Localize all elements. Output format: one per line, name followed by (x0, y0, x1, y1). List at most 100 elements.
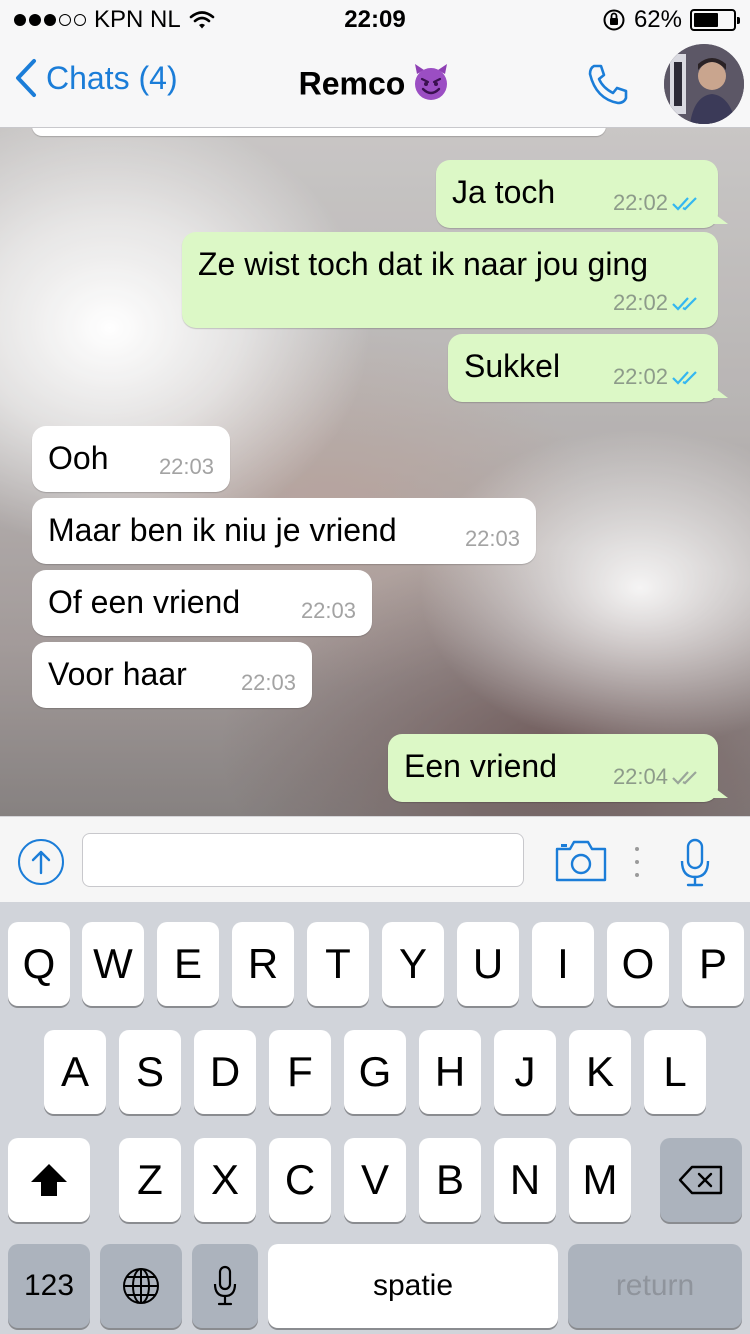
wifi-icon (189, 11, 215, 29)
camera-icon[interactable] (554, 839, 608, 883)
key-e[interactable]: E (157, 922, 219, 1006)
chevron-left-icon (16, 59, 36, 97)
key-y[interactable]: Y (382, 922, 444, 1006)
message-bubble-incoming[interactable]: Ooh 22:03 (32, 426, 230, 492)
message-composer (0, 816, 750, 902)
key-c[interactable]: C (269, 1138, 331, 1222)
smiling-imp-icon (411, 62, 451, 110)
carrier-label: KPN NL (94, 6, 181, 33)
upload-icon (31, 850, 51, 875)
key-z[interactable]: Z (119, 1138, 181, 1222)
separator-dots (634, 847, 640, 877)
microphone-icon (213, 1265, 237, 1306)
globe-icon (123, 1268, 159, 1304)
message-text: Maar ben ik niu je vriend (48, 512, 397, 548)
chat-background[interactable]: Ja toch 22:02 Ze wist toch dat ik naar j… (0, 128, 750, 816)
key-x[interactable]: X (194, 1138, 256, 1222)
battery-icon (690, 9, 740, 31)
avatar-image (664, 44, 744, 124)
keyboard: Q W E R T Y U I O P A S D F G H J K L Z … (0, 902, 750, 1334)
message-time: 22:04 (612, 764, 668, 789)
dictation-key[interactable] (192, 1244, 258, 1328)
message-input[interactable] (82, 833, 524, 887)
phone-icon[interactable] (582, 58, 634, 110)
battery-level (694, 13, 718, 27)
globe-key[interactable] (100, 1244, 182, 1328)
message-meta: 22:03 (241, 670, 296, 696)
message-text: Sukkel (464, 348, 561, 384)
double-check-read-icon (672, 297, 697, 311)
key-f[interactable]: F (269, 1030, 331, 1114)
shift-key[interactable] (8, 1138, 90, 1222)
space-key[interactable]: spatie (268, 1244, 558, 1328)
status-bar: KPN NL 22:09 62% (0, 0, 750, 40)
shift-icon (31, 1164, 67, 1196)
previous-message-bubble[interactable] (32, 128, 606, 136)
status-left: KPN NL (14, 6, 314, 34)
key-j[interactable]: J (494, 1030, 556, 1114)
message-text: Ooh (48, 440, 109, 476)
key-k[interactable]: K (569, 1030, 631, 1114)
contact-avatar[interactable] (664, 44, 744, 124)
key-t[interactable]: T (307, 922, 369, 1006)
message-text: Of een vriend (48, 584, 241, 620)
key-o[interactable]: O (607, 922, 669, 1006)
key-m[interactable]: M (569, 1138, 631, 1222)
key-l[interactable]: L (644, 1030, 706, 1114)
key-u[interactable]: U (457, 922, 519, 1006)
message-bubble-incoming[interactable]: Voor haar 22:03 (32, 642, 312, 708)
backspace-icon (678, 1165, 723, 1195)
message-bubble-outgoing[interactable]: Ze wist toch dat ik naar jou ging 22:02 (182, 232, 718, 328)
back-button[interactable]: Chats (4) (14, 58, 178, 98)
message-bubble-outgoing[interactable]: Ja toch 22:02 (436, 160, 728, 228)
message-time: 22:02 (612, 364, 668, 389)
key-a[interactable]: A (44, 1030, 106, 1114)
message-time: 22:02 (612, 190, 668, 215)
message-time: 22:03 (240, 670, 296, 695)
message-time: 22:03 (158, 454, 214, 479)
message-time: 22:02 (612, 290, 668, 315)
message-bubble-incoming[interactable]: Maar ben ik niu je vriend 22:03 (32, 498, 536, 564)
key-h[interactable]: H (419, 1030, 481, 1114)
key-g[interactable]: G (344, 1030, 406, 1114)
microphone-icon[interactable] (678, 837, 712, 889)
double-check-read-icon (672, 371, 697, 385)
key-v[interactable]: V (344, 1138, 406, 1222)
key-s[interactable]: S (119, 1030, 181, 1114)
message-text: Ja toch (452, 174, 556, 210)
key-i[interactable]: I (532, 922, 594, 1006)
message-text: Ze wist toch dat ik naar jou ging (198, 246, 649, 282)
message-time: 22:03 (300, 598, 356, 623)
message-meta: 22:02 (613, 290, 702, 316)
message-meta: 22:03 (159, 454, 214, 480)
message-meta: 22:02 (613, 364, 702, 390)
double-check-delivered-icon (672, 771, 697, 785)
back-label: Chats (4) (46, 59, 178, 96)
key-n[interactable]: N (494, 1138, 556, 1222)
message-bubble-outgoing[interactable]: Sukkel 22:02 (448, 334, 728, 402)
signal-strength-icon (14, 14, 86, 26)
message-meta: 22:03 (301, 598, 356, 624)
message-text: Een vriend (404, 748, 557, 784)
backspace-key[interactable] (660, 1138, 742, 1222)
message-time: 22:03 (464, 526, 520, 551)
chat-header: Chats (4) Remco (0, 40, 750, 128)
message-meta: 22:02 (613, 190, 702, 216)
message-bubble-outgoing[interactable]: Een vriend 22:04 (388, 734, 728, 802)
key-q[interactable]: Q (8, 922, 70, 1006)
attach-button[interactable] (18, 839, 64, 885)
message-bubble-incoming[interactable]: Of een vriend 22:03 (32, 570, 372, 636)
key-w[interactable]: W (82, 922, 144, 1006)
numbers-key[interactable]: 123 (8, 1244, 90, 1328)
message-meta: 22:04 (613, 764, 702, 790)
battery-percentage: 62% (633, 6, 682, 33)
key-r[interactable]: R (232, 922, 294, 1006)
return-key[interactable]: return (568, 1244, 742, 1328)
key-d[interactable]: D (194, 1030, 256, 1114)
orientation-lock-icon (603, 9, 625, 31)
status-right: 62% (602, 6, 740, 34)
key-b[interactable]: B (419, 1138, 481, 1222)
message-text: Voor haar (48, 656, 187, 692)
key-p[interactable]: P (682, 922, 744, 1006)
contact-name-text: Remco (298, 65, 406, 102)
